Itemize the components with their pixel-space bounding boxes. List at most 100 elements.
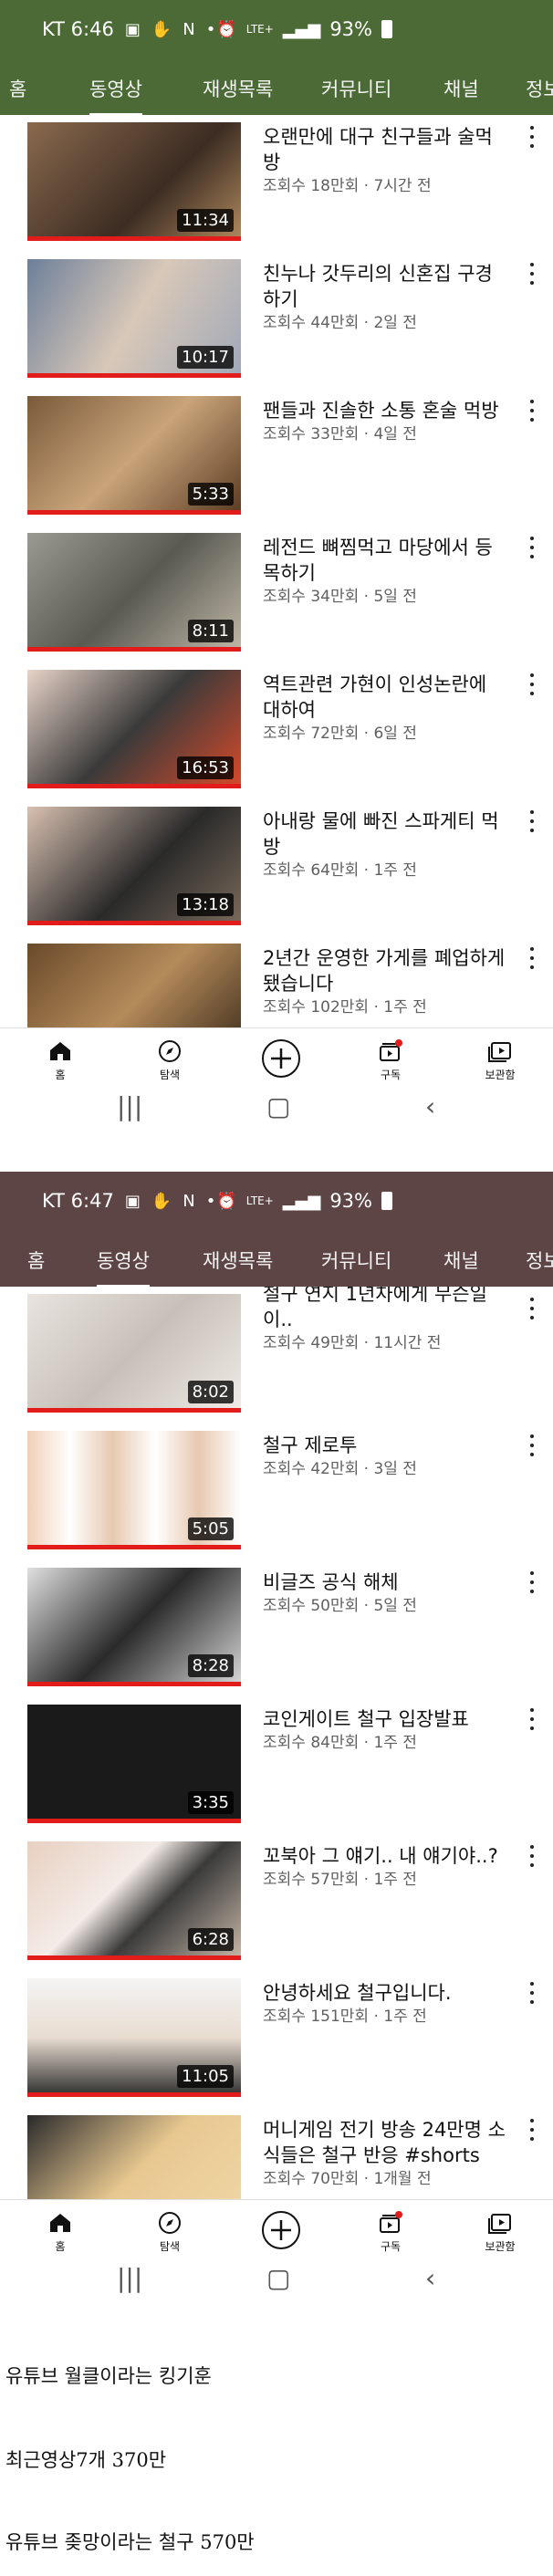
video-thumbnail[interactable]: 11:34 xyxy=(27,122,241,241)
video-title[interactable]: 아내랑 물에 빠진 스파게티 먹방 xyxy=(263,808,509,860)
caption-line-3: 유튜브 좆망이라는 철구 570만 xyxy=(5,2531,255,2553)
video-thumbnail[interactable]: 6:28 xyxy=(27,1841,241,1960)
compass-icon xyxy=(124,1036,215,1067)
video-title[interactable]: 팬들과 진솔한 소통 혼술 먹방 xyxy=(263,398,509,423)
video-title[interactable]: 역트관련 가현이 인성논란에 대하여 xyxy=(263,672,509,723)
video-title[interactable]: 안녕하세요 철구입니다. xyxy=(263,1980,509,2006)
more-options-icon[interactable] xyxy=(527,1298,537,1319)
more-options-icon[interactable] xyxy=(527,1845,537,1867)
more-options-icon[interactable] xyxy=(527,400,537,422)
video-title[interactable]: 머니게임 전기 방송 24만명 소식들은 철구 반응 #shorts xyxy=(263,2117,509,2168)
video-meta: 조회수 33만회 · 4일 전 xyxy=(263,425,417,443)
back-icon[interactable]: ‹ xyxy=(425,2263,435,2293)
video-item[interactable]: 16:53 역트관련 가현이 인성논란에 대하여 조회수 72만회 · 6일 전 xyxy=(0,670,553,788)
video-item[interactable]: 2년간 운영한 가게를 폐업하게됐습니다 조회수 102만회 · 1주 전 xyxy=(0,944,553,1027)
video-title[interactable]: 비글즈 공식 해체 xyxy=(263,1570,509,1595)
separator xyxy=(0,1132,553,1172)
more-options-icon[interactable] xyxy=(527,1571,537,1593)
home-button-icon[interactable]: ▢ xyxy=(266,2263,290,2293)
more-options-icon[interactable] xyxy=(527,126,537,148)
video-title[interactable]: 철구 제로투 xyxy=(263,1433,509,1458)
tab-playlists[interactable]: 재생목록 xyxy=(203,1246,273,1274)
more-options-icon[interactable] xyxy=(527,1982,537,2004)
recent-apps-icon[interactable]: ||| xyxy=(117,1091,142,1121)
video-meta: 조회수 151만회 · 1주 전 xyxy=(263,2008,427,2026)
tab-videos[interactable]: 동영상 xyxy=(89,75,142,115)
tab-channels[interactable]: 채널 xyxy=(443,1246,479,1274)
video-duration: 13:18 xyxy=(177,893,234,916)
video-item[interactable]: 5:05 철구 제로투 조회수 42만회 · 3일 전 xyxy=(0,1431,553,1549)
nav-subscriptions[interactable]: 구독 xyxy=(345,1036,436,1082)
video-item[interactable]: 10:17 친누나 갓두리의 신혼집 구경하기 조회수 44만회 · 2일 전 xyxy=(0,259,553,378)
video-item[interactable]: 6:28 꼬북아 그 얘기.. 내 얘기야..? 조회수 57만회 · 1주 전 xyxy=(0,1841,553,1960)
video-thumbnail[interactable]: 8:02 xyxy=(27,1294,241,1413)
video-item[interactable]: 5:33 팬들과 진솔한 소통 혼술 먹방조회수 33만회 · 4일 전 xyxy=(0,396,553,515)
video-item[interactable]: 3:35 코인게이트 철구 입장발표 조회수 84만회 · 1주 전 xyxy=(0,1705,553,1823)
video-thumbnail[interactable]: 13:18 xyxy=(27,807,241,925)
video-thumbnail[interactable]: 8:28 xyxy=(27,1568,241,1686)
more-options-icon[interactable] xyxy=(527,1708,537,1730)
video-item[interactable]: 11:34 오랜만에 대구 친구들과 술먹방 조회수 18만회 · 7시간 전 xyxy=(0,122,553,241)
video-title[interactable]: 철구 연지 1년차에게 무슨일이.. xyxy=(263,1287,509,1332)
video-thumbnail[interactable] xyxy=(27,944,241,1027)
more-options-icon[interactable] xyxy=(527,947,537,969)
video-item[interactable]: 8:02 철구 연지 1년차에게 무슨일이.. 조회수 49만회 · 11시간 전 xyxy=(0,1287,553,1413)
tab-about[interactable]: 정보 xyxy=(526,75,553,102)
nav-explore[interactable]: 탐색 xyxy=(124,1036,215,1082)
clock: KT 6:46 xyxy=(42,18,114,40)
video-thumbnail[interactable]: 8:11 xyxy=(27,533,241,652)
tab-home[interactable]: 홈 xyxy=(27,1246,45,1274)
video-item[interactable]: 11:05 안녕하세요 철구입니다. 조회수 151만회 · 1주 전 xyxy=(0,1978,553,2097)
video-title[interactable]: 레전드 뼈찜먹고 마당에서 등목하기 xyxy=(263,535,509,586)
video-title[interactable]: 친누나 갓두리의 신혼집 구경하기 xyxy=(263,261,509,312)
tab-home[interactable]: 홈 xyxy=(9,75,26,102)
video-thumbnail[interactable]: 5:05 xyxy=(27,1431,241,1549)
more-options-icon[interactable] xyxy=(527,537,537,558)
back-icon[interactable]: ‹ xyxy=(425,1091,435,1121)
nav-home[interactable]: 홈 xyxy=(15,2207,106,2254)
system-nav-2: ||| ▢ ‹ xyxy=(0,2261,553,2303)
more-options-icon[interactable] xyxy=(527,810,537,832)
nav-library[interactable]: 보관함 xyxy=(454,1036,546,1082)
nav-home[interactable]: 홈 xyxy=(15,1036,106,1082)
video-thumbnail[interactable]: 16:53 xyxy=(27,670,241,788)
video-thumbnail[interactable]: 5:33 xyxy=(27,396,241,515)
nav-library[interactable]: 보관함 xyxy=(454,2207,546,2254)
nav-subscriptions[interactable]: 구독 xyxy=(345,2207,436,2254)
video-title[interactable]: 오랜만에 대구 친구들과 술먹방 xyxy=(263,124,509,175)
video-thumbnail[interactable]: 3:35 xyxy=(27,1705,241,1823)
progress-bar xyxy=(27,236,241,241)
video-item[interactable]: 머니게임 전기 방송 24만명 소식들은 철구 반응 #shorts 조회수 70… xyxy=(0,2115,553,2199)
video-title[interactable]: 코인게이트 철구 입장발표 xyxy=(263,1706,509,1732)
nav-create[interactable] xyxy=(235,2207,327,2253)
video-thumbnail[interactable] xyxy=(27,2115,241,2199)
tab-videos[interactable]: 동영상 xyxy=(97,1246,150,1287)
system-nav-1: ||| ▢ ‹ xyxy=(0,1090,553,1132)
tab-community[interactable]: 커뮤니티 xyxy=(321,1246,391,1274)
status-bar: KT 6:46 ▣ ✋ N • ⏰ LTE+ ▂▄▆ 93% xyxy=(0,0,553,58)
nav-explore[interactable]: 탐색 xyxy=(124,2207,215,2254)
more-options-icon[interactable] xyxy=(527,2119,537,2141)
tab-about[interactable]: 정보 xyxy=(526,1246,553,1274)
video-title[interactable]: 2년간 운영한 가게를 폐업하게됐습니다 xyxy=(263,945,509,996)
video-thumbnail[interactable]: 10:17 xyxy=(27,259,241,378)
home-button-icon[interactable]: ▢ xyxy=(266,1091,290,1121)
more-options-icon[interactable] xyxy=(527,1434,537,1456)
video-item[interactable]: 13:18 아내랑 물에 빠진 스파게티 먹방 조회수 64만회 · 1주 전 xyxy=(0,807,553,925)
nav-create[interactable] xyxy=(235,1036,327,1081)
video-item[interactable]: 8:28 비글즈 공식 해체 조회수 50만회 · 5일 전 xyxy=(0,1568,553,1686)
add-icon xyxy=(235,2207,327,2253)
n-icon: N xyxy=(183,1191,195,1211)
video-duration: 16:53 xyxy=(177,756,234,779)
more-options-icon[interactable] xyxy=(527,263,537,285)
library-icon xyxy=(454,1036,546,1067)
tab-channels[interactable]: 채널 xyxy=(443,75,479,102)
tab-playlists[interactable]: 재생목록 xyxy=(203,75,273,102)
tab-community[interactable]: 커뮤니티 xyxy=(321,75,391,102)
video-title[interactable]: 꼬북아 그 얘기.. 내 얘기야..? xyxy=(263,1843,509,1869)
recent-apps-icon[interactable]: ||| xyxy=(117,2263,142,2293)
video-item[interactable]: 8:11 레전드 뼈찜먹고 마당에서 등목하기 조회수 34만회 · 5일 전 xyxy=(0,533,553,652)
video-thumbnail[interactable]: 11:05 xyxy=(27,1978,241,2097)
more-options-icon[interactable] xyxy=(527,673,537,695)
gallery-icon: ▣ xyxy=(124,1191,141,1211)
